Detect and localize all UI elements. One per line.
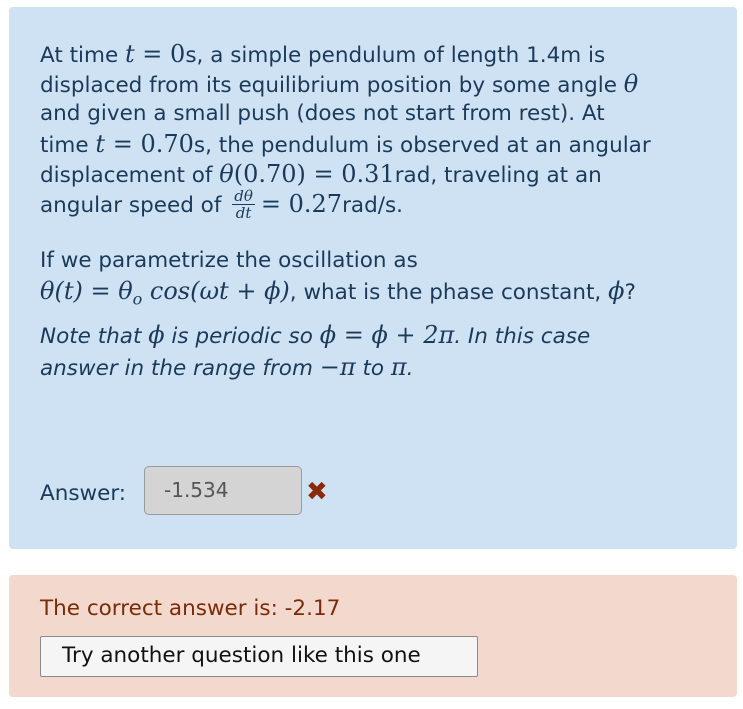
text: s, the pendulum is observed at an angula… <box>193 133 651 158</box>
question-paragraph-2: If we parametrize the oscillation as θ(t… <box>40 246 720 309</box>
text: s, a simple pendulum of length 1.4m is <box>185 43 606 68</box>
math-phi: ϕ <box>148 321 165 349</box>
math-t: t <box>125 40 135 68</box>
try-another-question-button[interactable]: Try another question like this one <box>40 636 478 677</box>
math-phi: ϕ <box>608 277 625 305</box>
math-subscript: o <box>132 289 143 309</box>
answer-label: Answer: <box>40 481 127 506</box>
question-line: At time t = 0s, a simple pendulum of len… <box>40 39 720 69</box>
question-line: and given a small push (does not start f… <box>40 99 720 129</box>
feedback-panel: The correct answer is: -2.17 Try another… <box>9 575 737 697</box>
text: displaced from its equilibrium position … <box>40 73 624 98</box>
text: displacement of <box>40 163 220 188</box>
answer-input[interactable]: -1.534 <box>144 466 302 515</box>
text: and given a small push (does not start f… <box>40 101 605 126</box>
math-expression: θ(t) = θ <box>40 277 133 305</box>
math-expression: π <box>390 353 407 381</box>
math-theta: θ <box>623 70 639 98</box>
text: ? <box>624 280 636 305</box>
question-line: angular speed of dθ dt = 0.27rad/s. <box>40 188 720 227</box>
text: At time <box>40 43 126 68</box>
question-paragraph-1: At time t = 0s, a simple pendulum of len… <box>40 39 720 227</box>
math-t: t <box>95 130 106 158</box>
text: Note that <box>40 324 149 349</box>
text: angular speed of <box>40 193 229 218</box>
text: , what is the phase constant, <box>289 280 609 305</box>
text: is periodic so <box>164 324 320 349</box>
text: answer in the range from <box>40 356 320 381</box>
text: rad, traveling at an <box>394 163 602 188</box>
math-expression: (0.70) = 0.31 <box>233 160 395 188</box>
math-expression: = 0.27 <box>260 190 343 218</box>
math-expression: ϕ = ϕ + 2π <box>319 321 455 349</box>
fraction-numerator: dθ <box>232 186 255 205</box>
text: . <box>406 356 414 381</box>
math-fraction: dθ dt <box>232 188 255 221</box>
text: rad/s. <box>342 193 404 218</box>
text: . In this case <box>454 324 591 349</box>
math-value: 0 <box>170 40 186 68</box>
text: to <box>355 356 391 381</box>
math-eq: = <box>134 40 171 68</box>
fraction-denominator: dt <box>235 203 252 222</box>
incorrect-icon: ✖ <box>306 477 328 507</box>
question-line: displaced from its equilibrium position … <box>40 69 720 99</box>
math-value: 0.70 <box>140 130 194 158</box>
math-expression: cos(ωt + ϕ) <box>142 277 290 305</box>
question-line: time t = 0.70s, the pendulum is observed… <box>40 129 720 159</box>
correct-answer-text: The correct answer is: -2.17 <box>40 596 341 621</box>
text: If we parametrize the oscillation as <box>40 248 418 273</box>
question-note: Note that ϕ is periodic so ϕ = ϕ + 2π. I… <box>40 320 720 382</box>
math-expression: −π <box>319 353 356 381</box>
question-line: If we parametrize the oscillation as <box>40 246 720 276</box>
question-line: θ(t) = θo cos(ωt + ϕ), what is the phase… <box>40 276 720 309</box>
note-line: answer in the range from −π to π. <box>40 352 720 382</box>
question-panel: At time t = 0s, a simple pendulum of len… <box>9 7 737 549</box>
math-eq: = <box>105 130 141 158</box>
math-theta: θ <box>219 160 234 188</box>
question-line: displacement of θ(0.70) = 0.31rad, trave… <box>40 159 720 189</box>
text: time <box>40 133 96 158</box>
note-line: Note that ϕ is periodic so ϕ = ϕ + 2π. I… <box>40 320 720 352</box>
